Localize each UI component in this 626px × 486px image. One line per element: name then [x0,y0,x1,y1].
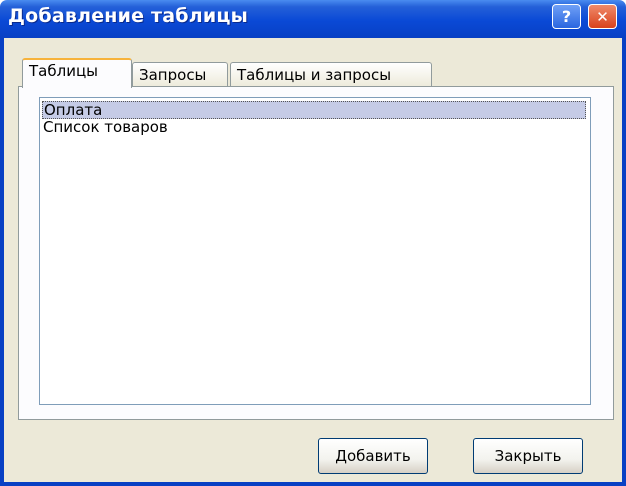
list-item[interactable]: Оплата [42,101,586,119]
dialog-body: Таблицы Запросы Таблицы и запросы Оплата… [4,38,622,482]
add-table-dialog: Добавление таблицы ? ✕ Таблицы Запросы Т… [0,0,626,486]
window-frame-bottom [0,482,626,486]
close-button[interactable]: Закрыть [473,438,583,474]
tab-tables[interactable]: Таблицы [22,58,132,88]
window-frame-right [622,38,626,486]
tab-queries[interactable]: Запросы [132,62,228,88]
add-button[interactable]: Добавить [318,438,428,474]
list-item[interactable]: Список товаров [42,119,586,137]
tab-tables-and-queries[interactable]: Таблицы и запросы [230,62,432,88]
tab-panel: Оплата Список товаров [18,86,614,420]
tables-listbox[interactable]: Оплата Список товаров [39,97,591,405]
close-window-button[interactable]: ✕ [588,4,617,29]
title-bar[interactable]: Добавление таблицы ? ✕ [0,0,626,38]
help-button[interactable]: ? [552,4,581,29]
window-title: Добавление таблицы [8,5,249,27]
